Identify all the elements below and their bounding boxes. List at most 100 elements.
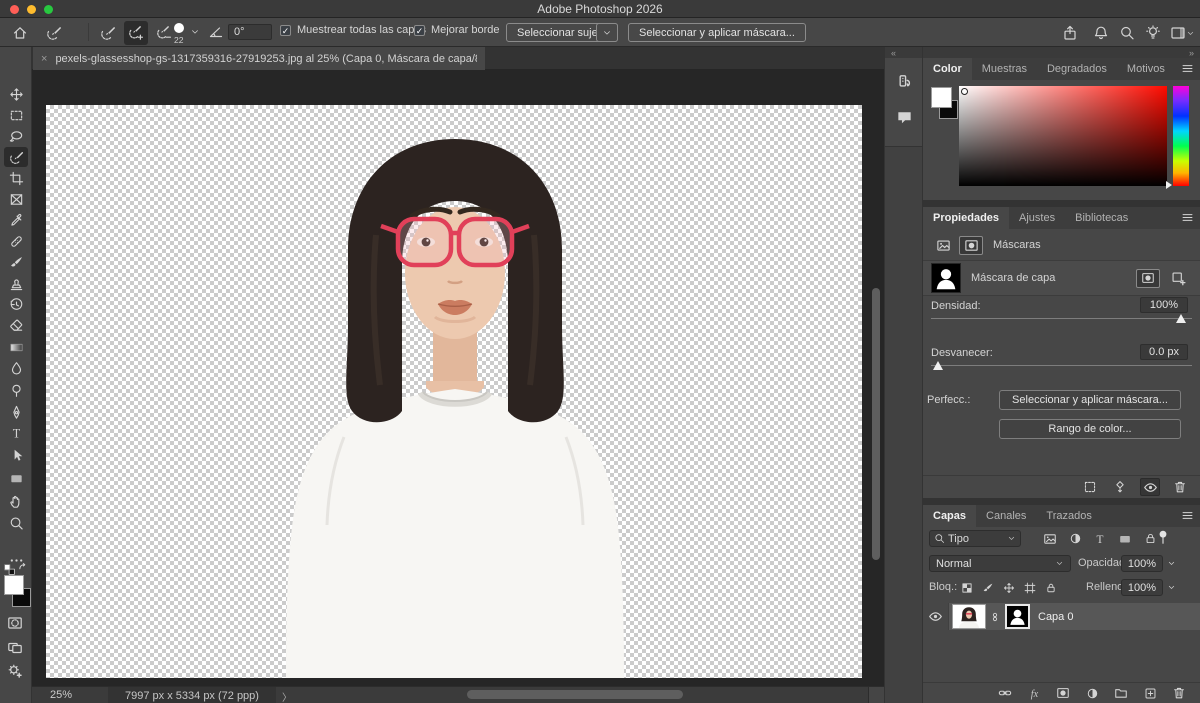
move-tool[interactable] (4, 84, 28, 104)
tab-color[interactable]: Color (923, 58, 972, 80)
frame-tool[interactable] (4, 189, 28, 209)
version-history-icon[interactable] (885, 66, 923, 100)
fill-value[interactable]: 100% (1121, 579, 1163, 596)
opacity-value[interactable]: 100% (1121, 555, 1163, 572)
fx-icon[interactable]: fx (1024, 684, 1044, 702)
subject-chevron-icon[interactable] (596, 23, 618, 42)
feather-slider-thumb[interactable] (933, 361, 943, 370)
type-tool[interactable]: T (4, 423, 28, 443)
blur-tool[interactable] (4, 358, 28, 378)
density-slider[interactable] (931, 318, 1192, 319)
hue-slider[interactable] (1173, 86, 1189, 186)
gradient-tool[interactable] (4, 337, 28, 357)
search-icon[interactable] (1115, 21, 1139, 45)
tab-capas[interactable]: Capas (923, 505, 976, 527)
selection-brush-new-icon[interactable] (96, 21, 120, 45)
brush-size-chevron-icon[interactable] (190, 27, 200, 37)
edit-toolbar-button[interactable] (4, 550, 28, 570)
mask-thumbnail[interactable] (931, 263, 961, 293)
color-range-button[interactable]: Rango de color... (999, 419, 1181, 439)
refine-edge-checkbox[interactable]: ✓ Mejorar borde (414, 24, 499, 36)
workspace-switcher-icon[interactable] (1167, 21, 1197, 45)
foreground-color-swatch[interactable] (4, 575, 24, 595)
angle-input[interactable]: 0° (228, 24, 272, 40)
pen-tool[interactable] (4, 402, 28, 422)
foreground-color-swatch[interactable] (931, 87, 952, 108)
selection-brush-add-icon[interactable] (124, 21, 148, 45)
select-and-mask-button[interactable]: Seleccionar y aplicar máscara... (999, 390, 1181, 410)
selection-brush-tool[interactable] (4, 147, 28, 167)
density-value[interactable]: 100% (1140, 297, 1188, 313)
lock-transparency-icon[interactable] (959, 579, 975, 596)
screen-mode-icon[interactable] (7, 640, 23, 656)
lock-all-icon[interactable] (1043, 579, 1059, 596)
layer-mask-thumbnail[interactable] (1005, 604, 1030, 629)
document-info[interactable]: 7997 px x 5334 px (72 ppp) (108, 687, 276, 703)
horizontal-scrollbar[interactable] (467, 690, 683, 699)
layer-row[interactable]: Capa 0 (923, 603, 1200, 630)
mask-badge-icon[interactable] (1136, 269, 1160, 288)
color-field-marker[interactable] (961, 88, 968, 95)
tab-propiedades[interactable]: Propiedades (923, 207, 1009, 229)
eraser-tool[interactable] (4, 315, 28, 335)
path-select-tool[interactable] (4, 445, 28, 465)
status-chevron-icon[interactable]: 〉 (282, 689, 292, 703)
history-brush-tool[interactable] (4, 294, 28, 314)
tab-bibliotecas[interactable]: Bibliotecas (1065, 207, 1138, 229)
expand-dock-chevron[interactable]: » (923, 47, 1200, 58)
brush-size-value[interactable]: 22 (174, 35, 183, 45)
delete-layer-icon[interactable] (1169, 684, 1189, 702)
pixel-layer-icon[interactable] (931, 236, 955, 255)
mask-visibility-eye-icon[interactable] (1140, 478, 1160, 496)
lock-position-icon[interactable] (1001, 579, 1017, 596)
create-extra-icon[interactable] (7, 663, 23, 679)
apply-mask-icon[interactable] (1110, 478, 1130, 496)
brush-preset-picker[interactable] (42, 21, 76, 45)
add-mask-icon[interactable] (1053, 684, 1073, 702)
filter-toggle-icon[interactable] (1155, 529, 1171, 545)
home-icon[interactable] (8, 21, 32, 45)
props-menu-icon[interactable] (1181, 211, 1194, 224)
zoom-level[interactable]: 25% (50, 689, 72, 701)
link-layers-icon[interactable] (995, 684, 1015, 702)
layer-mask-row[interactable]: Máscara de capa (923, 260, 1200, 296)
lock-pixels-icon[interactable] (980, 579, 996, 596)
layer-visibility-eye-icon[interactable] (923, 603, 949, 630)
tab-canales[interactable]: Canales (976, 505, 1036, 527)
comments-icon[interactable] (885, 100, 923, 134)
adjustment-filter-icon[interactable] (1066, 530, 1084, 547)
opacity-chevron-icon[interactable] (1167, 559, 1176, 568)
marquee-tool[interactable] (4, 105, 28, 125)
new-layer-icon[interactable] (1140, 684, 1160, 702)
image-filter-icon[interactable] (1041, 530, 1059, 547)
clone-stamp-tool[interactable] (4, 273, 28, 293)
spot-healing-tool[interactable] (4, 231, 28, 251)
select-and-mask-button[interactable]: Seleccionar y aplicar máscara... (628, 23, 806, 42)
layer-thumbnail[interactable] (952, 604, 986, 629)
blend-mode-select[interactable]: Normal (929, 555, 1071, 572)
tab-trazados[interactable]: Trazados (1036, 505, 1101, 527)
hue-slider-thumb[interactable] (1166, 181, 1172, 189)
delete-mask-icon[interactable] (1170, 478, 1190, 496)
shape-tool[interactable] (4, 468, 28, 488)
layer-filter-select[interactable]: Tipo (929, 530, 1021, 547)
sample-all-layers-checkbox[interactable]: ✓ Muestrear todas las capas (280, 24, 426, 36)
brush-tool[interactable] (4, 252, 28, 272)
collapse-strip-chevron[interactable]: « (885, 47, 922, 58)
dodge-tool[interactable] (4, 380, 28, 400)
fill-chevron-icon[interactable] (1167, 583, 1176, 592)
type-filter-icon[interactable]: T (1091, 530, 1109, 547)
eyedropper-tool[interactable] (4, 210, 28, 230)
document-tab[interactable]: × pexels-glassesshop-gs-1317359316-27919… (33, 47, 485, 70)
doc-tab-close-icon[interactable]: × (41, 53, 47, 65)
quick-mask-icon[interactable] (7, 615, 23, 631)
tab-ajustes[interactable]: Ajustes (1009, 207, 1065, 229)
density-slider-thumb[interactable] (1176, 314, 1186, 323)
adjustment-layer-icon[interactable] (1082, 684, 1102, 702)
tab-motivos[interactable]: Motivos (1117, 58, 1175, 80)
group-layers-icon[interactable] (1111, 684, 1131, 702)
brush-size-preview[interactable] (172, 23, 186, 33)
lock-artboard-icon[interactable] (1022, 579, 1038, 596)
saturation-brightness-field[interactable] (959, 86, 1167, 186)
feather-slider[interactable] (931, 365, 1192, 366)
